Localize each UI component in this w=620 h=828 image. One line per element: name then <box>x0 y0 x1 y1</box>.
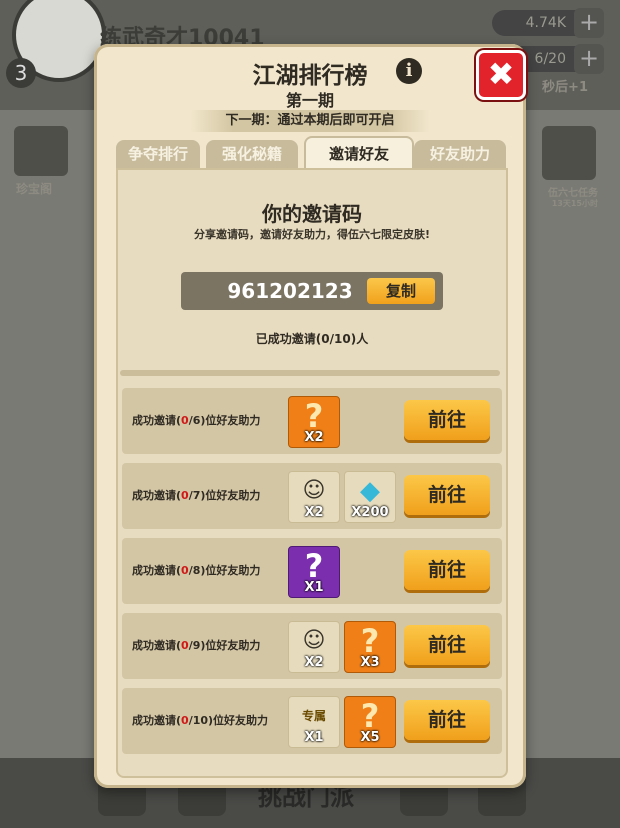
invited-status: 已成功邀请(0/10)人 <box>255 332 369 346</box>
reward-qty: X5 <box>360 730 380 745</box>
leaderboard-modal: 江湖排行榜 i ✖ 第一期 下一期：通过本期后即可开启 争夺排行 强化秘籍 邀请… <box>94 44 526 788</box>
exclusive-badge-icon[interactable]: 专属 X1 <box>288 696 340 748</box>
treasure-chest-icon[interactable] <box>14 126 68 176</box>
reward-row: 成功邀请(0/8)位好友助力 ? X1 前往 <box>122 538 502 604</box>
invite-code-value: 961202123 <box>227 279 353 303</box>
tab-friend-assist[interactable]: 好友助力 <box>414 140 506 168</box>
go-button[interactable]: 前往 <box>404 700 490 740</box>
copy-button[interactable]: 复制 <box>367 278 435 304</box>
reward-condition: 成功邀请(0/9)位好友助力 <box>132 613 260 679</box>
reward-row: 成功邀请(0/9)位好友助力 ☺ X2 ? X3 前往 <box>122 613 502 679</box>
condition-current: 0 <box>181 714 189 727</box>
tab-enhance[interactable]: 强化秘籍 <box>206 140 298 168</box>
reward-condition: 成功邀请(0/7)位好友助力 <box>132 463 260 529</box>
treasure-pavilion-label: 珍宝阁 <box>16 182 53 196</box>
condition-prefix: 成功邀请( <box>132 639 182 652</box>
condition-prefix: 成功邀请( <box>132 714 182 727</box>
condition-current: 0 <box>181 639 189 652</box>
reward-qty: X2 <box>304 655 324 670</box>
go-button[interactable]: 前往 <box>404 475 490 515</box>
info-icon[interactable]: i <box>396 58 422 84</box>
invite-description: 分享邀请码，邀请好友助力，得伍六七限定皮肤! <box>193 228 430 241</box>
condition-rest: /9)位好友助力 <box>188 639 261 652</box>
resource-gold: 4.74K + <box>491 8 604 38</box>
resource-stamina-value: 6/20 <box>534 51 566 67</box>
resource-gold-value: 4.74K <box>525 15 566 31</box>
gem-icon[interactable]: ◆ X200 <box>344 471 396 523</box>
reward-qty: X1 <box>304 730 324 745</box>
task-label: 伍六七任务 <box>548 188 598 199</box>
condition-prefix: 成功邀请( <box>132 489 182 502</box>
character-portrait-icon[interactable]: ☺ X2 <box>288 621 340 673</box>
next-period-banner: 下一期：通过本期后即可开启 <box>190 110 430 132</box>
condition-rest: /6)位好友助力 <box>188 414 261 427</box>
condition-current: 0 <box>181 414 189 427</box>
invite-code-box: 961202123 复制 <box>181 272 443 310</box>
mystery-box-icon[interactable]: ? X5 <box>344 696 396 748</box>
condition-prefix: 成功邀请( <box>132 564 182 577</box>
condition-prefix: 成功邀请( <box>132 414 182 427</box>
condition-current: 0 <box>181 489 189 502</box>
modal-title: 江湖排行榜 <box>252 63 368 89</box>
reward-qty: X2 <box>304 430 324 445</box>
add-gold-button[interactable]: + <box>574 8 604 38</box>
reward-condition: 成功邀请(0/6)位好友助力 <box>132 388 260 454</box>
task-icon[interactable] <box>542 126 596 180</box>
condition-rest: /8)位好友助力 <box>188 564 261 577</box>
character-portrait-icon[interactable]: ☺ X2 <box>288 471 340 523</box>
reward-row: 成功邀请(0/6)位好友助力 ? X2 前往 <box>122 388 502 454</box>
go-button[interactable]: 前往 <box>404 550 490 590</box>
reward-row: 成功邀请(0/7)位好友助力 ☺ X2 ◆ X200 前往 <box>122 463 502 529</box>
player-level-badge: 3 <box>6 58 36 88</box>
invite-panel: 你的邀请码 分享邀请码，邀请好友助力，得伍六七限定皮肤! 961202123 复… <box>116 168 508 778</box>
reward-qty: X3 <box>360 655 380 670</box>
reward-qty: X200 <box>351 505 389 520</box>
condition-current: 0 <box>181 564 189 577</box>
go-button[interactable]: 前往 <box>404 625 490 665</box>
task-time: 13天15小时 <box>551 199 598 208</box>
invite-code-heading: 你的邀请码 <box>262 202 362 226</box>
reward-row: 成功邀请(0/10)位好友助力 专属 X1 ? X5 前往 <box>122 688 502 754</box>
reward-condition: 成功邀请(0/10)位好友助力 <box>132 688 268 754</box>
mystery-box-icon[interactable]: ? X2 <box>288 396 340 448</box>
tab-ranking[interactable]: 争夺排行 <box>116 140 200 168</box>
tab-invite-friends[interactable]: 邀请好友 <box>304 136 414 170</box>
tab-bar: 争夺排行 强化秘籍 邀请好友 好友助力 <box>116 136 506 170</box>
reward-qty: X1 <box>304 580 324 595</box>
condition-rest: /10)位好友助力 <box>188 714 269 727</box>
add-stamina-button[interactable]: + <box>574 44 604 74</box>
reward-condition: 成功邀请(0/8)位好友助力 <box>132 538 260 604</box>
go-button[interactable]: 前往 <box>404 400 490 440</box>
stamina-timer: 秒后+1 <box>542 80 588 95</box>
divider <box>120 370 500 376</box>
modal-subtitle: 第一期 <box>285 91 334 110</box>
mystery-box-icon[interactable]: ? X3 <box>344 621 396 673</box>
mystery-box-purple-icon[interactable]: ? X1 <box>288 546 340 598</box>
reward-qty: X2 <box>304 505 324 520</box>
condition-rest: /7)位好友助力 <box>188 489 261 502</box>
